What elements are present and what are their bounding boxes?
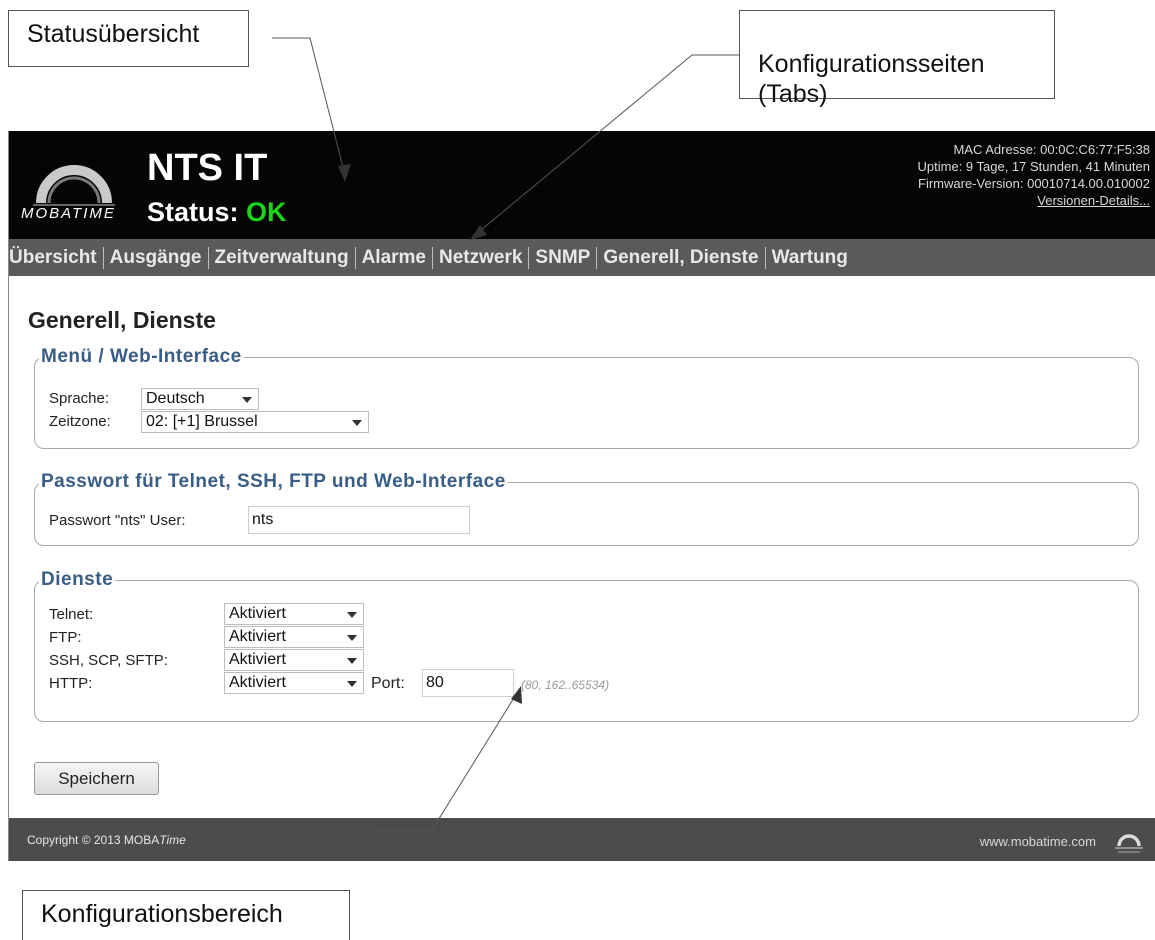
tab-netzwerk[interactable]: Netzwerk	[433, 246, 530, 269]
tab-wartung[interactable]: Wartung	[766, 247, 854, 269]
language-select[interactable]: Deutsch	[141, 388, 259, 410]
password-input[interactable]: nts	[248, 506, 470, 534]
ssh-select-value: Aktiviert	[229, 651, 286, 668]
tab-uebersicht[interactable]: Übersicht	[9, 246, 104, 269]
telnet-select-value: Aktiviert	[229, 605, 286, 622]
callout-config-area: Konfigurationsbereich	[22, 890, 350, 940]
http-label: HTTP:	[49, 675, 93, 692]
password-user-label: Passwort "nts" User:	[49, 512, 186, 529]
tab-zeitverwaltung[interactable]: Zeitverwaltung	[209, 246, 356, 269]
status-line: Status: OK	[147, 197, 287, 228]
callout-status-overview: Statusübersicht	[8, 10, 249, 67]
telnet-label: Telnet:	[49, 606, 94, 623]
tab-generell-dienste[interactable]: Generell, Dienste	[597, 246, 766, 269]
timezone-select[interactable]: 02: [+1] Brussel	[141, 411, 369, 433]
http-select[interactable]: Aktiviert	[224, 672, 364, 694]
footer-url[interactable]: www.mobatime.com	[980, 834, 1096, 849]
ssh-label: SSH, SCP, SFTP:	[49, 652, 168, 669]
firmware-version: Firmware-Version: 00010714.00.010002	[918, 176, 1150, 191]
port-hint: (80, 162..65534)	[521, 678, 610, 692]
app-window: MOBATIME NTS IT Status: OK MAC Adresse: …	[8, 131, 1155, 861]
chevron-down-icon	[352, 420, 362, 426]
chevron-down-icon	[347, 681, 357, 687]
services-group: Dienste	[34, 569, 1139, 722]
version-details-link[interactable]: Versionen-Details...	[1037, 193, 1150, 208]
copyright: Copyright © 2013 MOBATime	[27, 833, 186, 847]
chevron-down-icon	[347, 612, 357, 618]
tab-ausgaenge[interactable]: Ausgänge	[104, 246, 209, 269]
language-label: Sprache:	[49, 390, 110, 407]
timezone-select-value: 02: [+1] Brussel	[146, 413, 258, 430]
timezone-label: Zeitzone:	[49, 413, 111, 430]
uptime: Uptime: 9 Tage, 17 Stunden, 41 Minuten	[917, 159, 1150, 174]
callout-config-pages-text: Konfigurationsseiten (Tabs)	[758, 50, 985, 108]
copyright-italic: Time	[159, 833, 186, 847]
save-button[interactable]: Speichern	[34, 762, 159, 795]
tab-bar: Übersicht Ausgänge Zeitverwaltung Alarme…	[9, 239, 1155, 276]
footer: Copyright © 2013 MOBATime www.mobatime.c…	[9, 818, 1155, 861]
header: MOBATIME NTS IT Status: OK MAC Adresse: …	[9, 131, 1155, 239]
telnet-select[interactable]: Aktiviert	[224, 603, 364, 625]
language-select-value: Deutsch	[146, 390, 205, 407]
menu-group-legend: Menü / Web-Interface	[41, 346, 242, 367]
password-group: Passwort für Telnet, SSH, FTP und Web-In…	[34, 471, 1139, 546]
device-info: MAC Adresse: 00:0C:C6:77:F5:38 Uptime: 9…	[918, 141, 1150, 209]
mobatime-footer-logo-icon	[1115, 834, 1143, 853]
callout-status-overview-text: Statusübersicht	[27, 20, 200, 48]
ftp-select[interactable]: Aktiviert	[224, 626, 364, 648]
copyright-prefix: Copyright © 2013 MOBA	[27, 833, 160, 847]
chevron-down-icon	[347, 635, 357, 641]
ftp-select-value: Aktiviert	[229, 628, 286, 645]
tab-alarme[interactable]: Alarme	[356, 246, 433, 269]
tab-snmp[interactable]: SNMP	[529, 246, 598, 269]
logo-text: MOBATIME	[21, 205, 116, 222]
callout-config-area-text: Konfigurationsbereich	[41, 900, 283, 928]
mac-address: MAC Adresse: 00:0C:C6:77:F5:38	[953, 142, 1150, 157]
port-label: Port:	[371, 675, 405, 692]
page-title: Generell, Dienste	[28, 307, 216, 333]
chevron-down-icon	[347, 658, 357, 664]
password-group-legend: Passwort für Telnet, SSH, FTP und Web-In…	[41, 471, 506, 492]
status-label: Status:	[147, 197, 239, 227]
http-select-value: Aktiviert	[229, 674, 286, 691]
services-group-legend: Dienste	[41, 569, 114, 590]
ftp-label: FTP:	[49, 629, 82, 646]
config-area: Generell, Dienste Menü / Web-Interface S…	[9, 276, 1155, 816]
product-name: NTS IT	[147, 147, 268, 189]
callout-config-pages: Konfigurationsseiten (Tabs)	[739, 10, 1055, 108]
status-value: OK	[246, 197, 287, 227]
chevron-down-icon	[242, 397, 252, 403]
ssh-select[interactable]: Aktiviert	[224, 649, 364, 671]
port-input[interactable]: 80	[422, 669, 514, 697]
